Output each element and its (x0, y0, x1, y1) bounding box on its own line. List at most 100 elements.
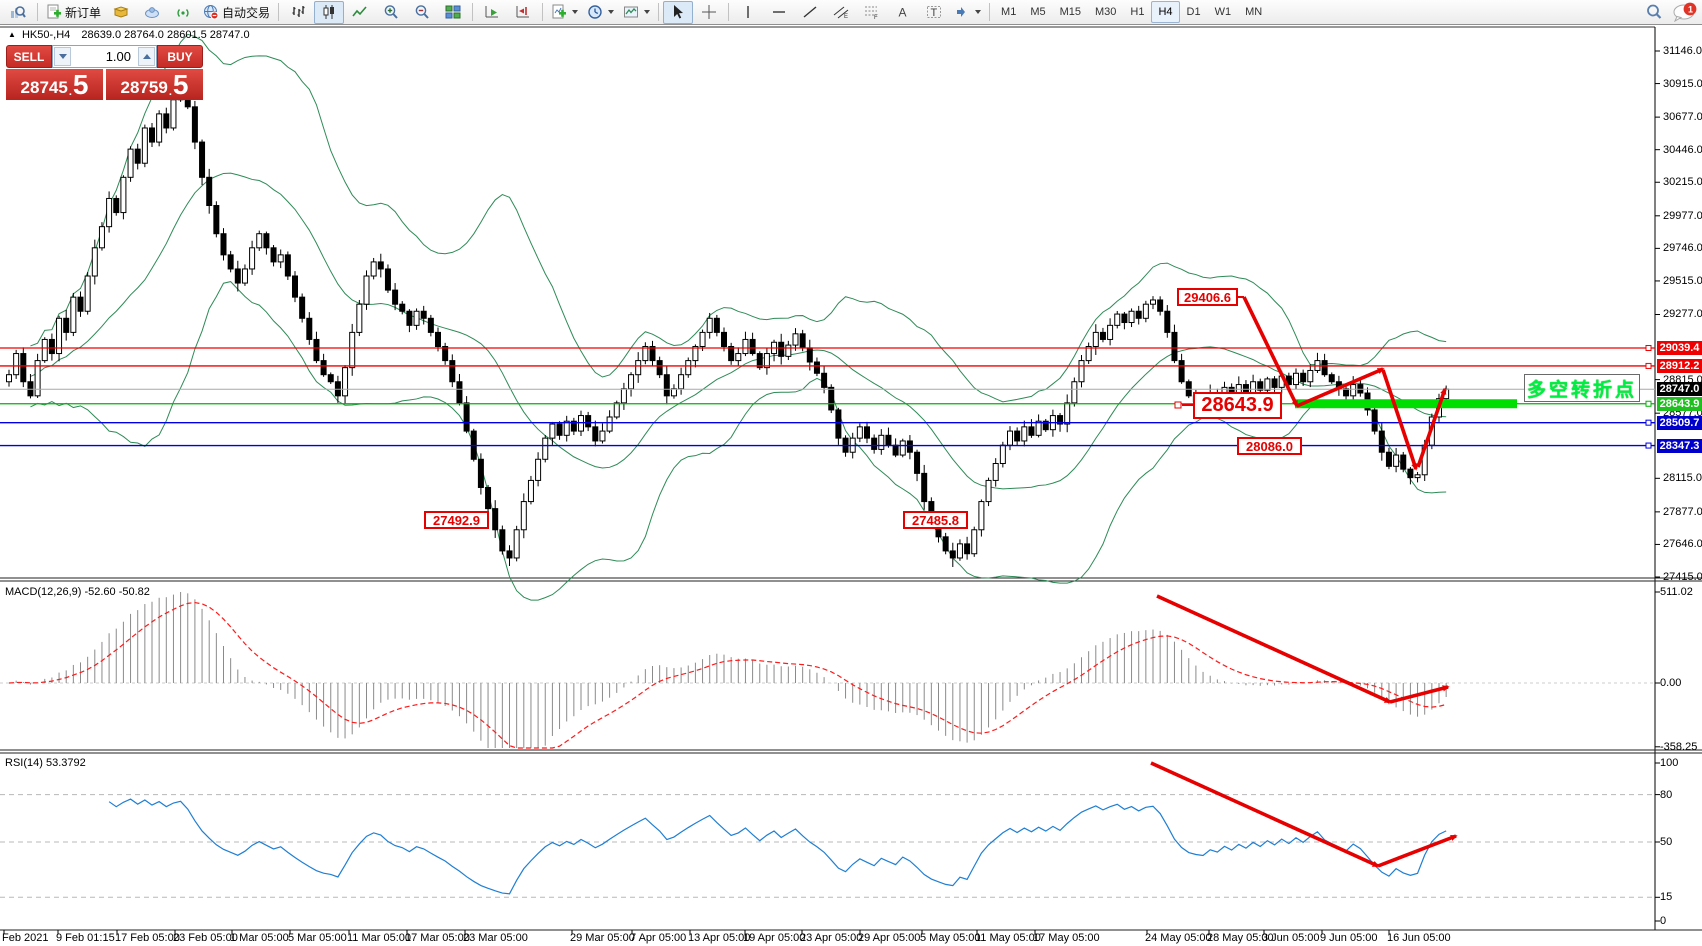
autotrading-button[interactable]: 自动交易 (199, 1, 274, 24)
book-icon (113, 4, 129, 20)
vertical-line-icon (740, 4, 756, 20)
timeframe-w1[interactable]: W1 (1208, 1, 1239, 23)
price-tick: 30677.0 (1663, 111, 1702, 123)
timeframe-m15[interactable]: M15 (1053, 1, 1088, 23)
hline-handle[interactable] (1646, 443, 1651, 448)
templates-dropdown[interactable] (619, 1, 654, 24)
cursor-icon (670, 4, 686, 20)
timeframe-m1[interactable]: M1 (994, 1, 1023, 23)
timeframe-m30[interactable]: M30 (1088, 1, 1123, 23)
buy-price-big: 5 (173, 72, 189, 98)
volume-increase-button[interactable] (138, 47, 155, 66)
bar-chart-button[interactable] (283, 1, 313, 24)
time-label: 29 Apr 05:00 (858, 932, 920, 944)
price-tick: 27415.0 (1663, 571, 1702, 583)
price-tick: 30215.0 (1663, 176, 1702, 188)
price-annotation-27485.8[interactable]: 27485.8 (903, 511, 968, 529)
chart-shift-button[interactable] (508, 1, 538, 24)
bar-chart-icon (290, 4, 306, 20)
green-band[interactable] (1295, 399, 1517, 408)
price-annotation-27492.9[interactable]: 27492.9 (424, 511, 489, 529)
time-label: 11 May 05:00 (975, 932, 1041, 944)
hline-handle[interactable] (1646, 420, 1651, 425)
new-chart-dropdown[interactable] (547, 1, 582, 24)
time-label: 3 Jun 05:00 (1262, 932, 1320, 944)
time-label: 9 Feb 01:15 (56, 932, 115, 944)
macd-scale-511.02: 511.02 (1660, 586, 1693, 598)
text-button[interactable]: A (888, 1, 918, 24)
volume-decrease-button[interactable] (54, 47, 71, 66)
new-order-button[interactable]: 新订单 (42, 1, 105, 24)
market-watch-button[interactable] (3, 1, 33, 24)
channel-icon: E (833, 4, 849, 20)
timeframe-d1[interactable]: D1 (1180, 1, 1208, 23)
community-button[interactable] (137, 1, 167, 24)
symbol-info: ▲ HK50-,H4 28639.0 28764.0 28601.5 28747… (8, 29, 250, 41)
crosshair-button[interactable] (694, 1, 724, 24)
timeframe-group: M1M5M15M30H1H4D1W1MN (994, 1, 1269, 23)
hline-handle[interactable] (1646, 345, 1651, 350)
price-annotation-28643.9[interactable]: 28643.9 (1193, 392, 1282, 419)
timeframe-mn[interactable]: MN (1238, 1, 1269, 23)
cursor-button[interactable] (663, 1, 693, 24)
equidistant-channel-button[interactable]: E (826, 1, 856, 24)
new-chart-icon (551, 4, 567, 20)
svg-text:E: E (844, 14, 848, 20)
search-icon[interactable] (1645, 3, 1663, 21)
separator (542, 3, 543, 21)
chat-notification-icon[interactable]: 1 (1671, 2, 1697, 22)
hline-handle[interactable] (1646, 401, 1651, 406)
chart-canvas[interactable] (0, 0, 1702, 946)
sell-button[interactable]: SELL (6, 45, 52, 68)
separator (989, 3, 990, 21)
arrows-dropdown[interactable] (950, 1, 985, 24)
auto-scroll-icon (484, 4, 500, 20)
periods-dropdown[interactable] (583, 1, 618, 24)
macd-scale--358.25: -358.25 (1660, 741, 1697, 753)
time-label: 17 Mar 05:00 (405, 932, 470, 944)
symbol-ohlc: 28639.0 28764.0 28601.5 28747.0 (81, 29, 249, 41)
vertical-line-button[interactable] (733, 1, 763, 24)
sell-price[interactable]: 28745.5 (6, 69, 103, 100)
rsi-label: RSI(14) 53.3792 (5, 757, 86, 769)
time-label: 23 Apr 05:00 (800, 932, 862, 944)
volume-value[interactable]: 1.00 (72, 46, 137, 67)
price-tick: 31146.0 (1663, 45, 1702, 57)
zoom-out-button[interactable] (407, 1, 437, 24)
hline-handle[interactable] (1646, 363, 1651, 368)
separator (37, 3, 38, 21)
timeframe-h4[interactable]: H4 (1151, 1, 1179, 23)
zoom-in-button[interactable] (376, 1, 406, 24)
text-label-button[interactable]: T (919, 1, 949, 24)
book-button[interactable] (106, 1, 136, 24)
horizontal-line-button[interactable] (764, 1, 794, 24)
toolbar: 新订单 自动交易 (0, 0, 1702, 25)
signals-button[interactable] (168, 1, 198, 24)
chevron-down-icon (644, 10, 650, 14)
fibonacci-button[interactable]: F (857, 1, 887, 24)
price-annotation-29406.6[interactable]: 29406.6 (1177, 288, 1238, 306)
buy-price[interactable]: 28759.5 (106, 69, 203, 100)
bollinger-bands (30, 34, 1446, 600)
buy-button[interactable]: BUY (157, 45, 203, 68)
collapse-arrow-icon[interactable]: ▲ (8, 30, 16, 39)
timeframe-h1[interactable]: H1 (1123, 1, 1151, 23)
price-annotation-28086.0[interactable]: 28086.0 (1237, 437, 1302, 455)
tile-windows-button[interactable] (438, 1, 468, 24)
price-badge-28347.3: 28347.3 (1657, 439, 1702, 453)
price-tick: 29277.0 (1663, 308, 1702, 320)
price-tick: 30915.0 (1663, 78, 1702, 90)
line-chart-button[interactable] (345, 1, 375, 24)
template-icon (623, 4, 639, 20)
time-label: 16 Jun 05:00 (1387, 932, 1451, 944)
sell-price-main: 28745 (21, 78, 68, 98)
turning-point-note[interactable]: 多空转折点 (1524, 374, 1640, 402)
candlestick-button[interactable] (314, 1, 344, 24)
trendline-button[interactable] (795, 1, 825, 24)
price-tick: 30446.0 (1663, 144, 1702, 156)
price-tick: 29746.0 (1663, 242, 1702, 254)
timeframe-m5[interactable]: M5 (1023, 1, 1052, 23)
caret-up-icon (143, 54, 151, 59)
auto-scroll-button[interactable] (477, 1, 507, 24)
time-label: 29 Mar 05:00 (570, 932, 635, 944)
